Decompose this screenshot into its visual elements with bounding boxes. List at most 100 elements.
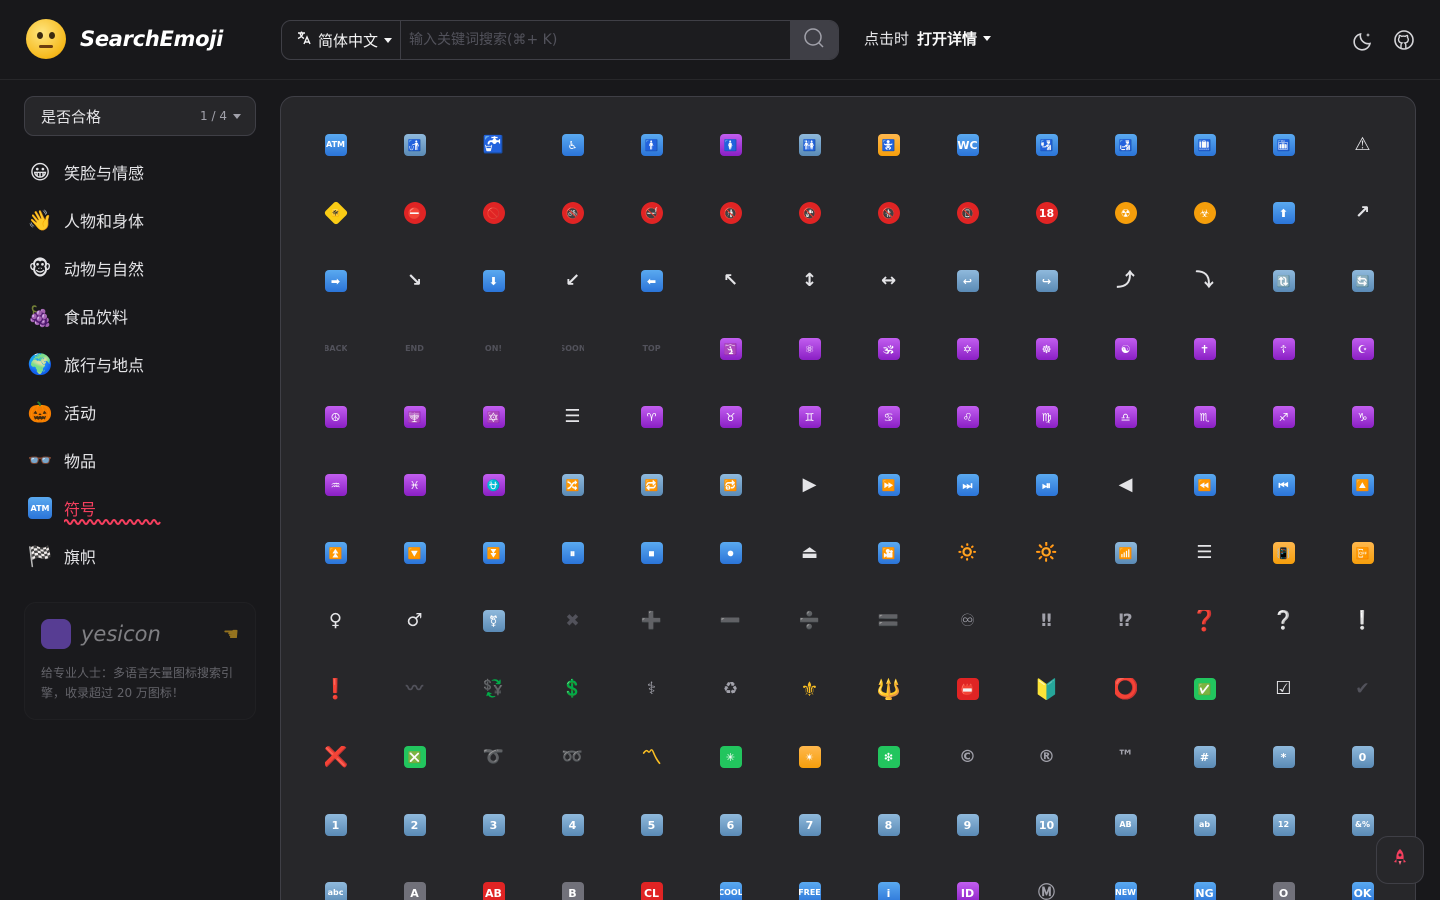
emoji-cell[interactable]: FREE xyxy=(770,859,849,900)
emoji-cell[interactable]: ➰ xyxy=(454,723,533,791)
emoji-cell[interactable]: O xyxy=(1244,859,1323,900)
emoji-cell[interactable]: 🚱 xyxy=(770,179,849,247)
emoji-cell[interactable]: ID xyxy=(928,859,1007,900)
emoji-cell[interactable]: WC xyxy=(928,111,1007,179)
emoji-cell[interactable]: ☦ xyxy=(1244,315,1323,383)
emoji-cell[interactable]: ⏏ xyxy=(770,519,849,587)
emoji-cell[interactable]: 0 xyxy=(1323,723,1402,791)
emoji-cell[interactable]: ⁉ xyxy=(1086,587,1165,655)
emoji-cell[interactable]: ✡ xyxy=(928,315,1007,383)
emoji-cell[interactable]: 🔼 xyxy=(1323,451,1402,519)
emoji-cell[interactable]: ♍ xyxy=(1007,383,1086,451)
emoji-cell[interactable]: ♏ xyxy=(1165,383,1244,451)
sidebar-category-item[interactable]: 👋 人物和身体 xyxy=(24,196,256,244)
logo[interactable]: SearchEmoji xyxy=(26,19,223,59)
emoji-cell[interactable]: ☸ xyxy=(1007,315,1086,383)
emoji-cell[interactable]: 8 xyxy=(849,791,928,859)
emoji-cell[interactable]: ↘ xyxy=(375,247,454,315)
emoji-cell[interactable]: ↕ xyxy=(770,247,849,315)
emoji-cell[interactable]: ⤵ xyxy=(1165,247,1244,315)
emoji-cell[interactable]: 🚻 xyxy=(770,111,849,179)
emoji-cell[interactable]: ❕ xyxy=(1323,587,1402,655)
sidebar-category-item[interactable]: 🏁 旗帜 xyxy=(24,532,256,580)
emoji-cell[interactable]: ⚠ xyxy=(1323,111,1402,179)
emoji-cell[interactable]: AB xyxy=(1086,791,1165,859)
sidebar-category-item[interactable]: ATM 符号 xyxy=(24,484,256,532)
emoji-cell[interactable]: 2 xyxy=(375,791,454,859)
sidebar-category-item[interactable]: 👓 物品 xyxy=(24,436,256,484)
emoji-cell[interactable]: 🛃 xyxy=(1086,111,1165,179)
emoji-cell[interactable]: B xyxy=(533,859,612,900)
emoji-cell[interactable]: ⏮ xyxy=(1244,451,1323,519)
emoji-cell[interactable]: 🚸 xyxy=(296,179,375,247)
emoji-cell[interactable]: 🛂 xyxy=(1007,111,1086,179)
emoji-cell[interactable]: ⛎ xyxy=(454,451,533,519)
emoji-cell[interactable]: ⚧ xyxy=(454,587,533,655)
emoji-cell[interactable]: ♊ xyxy=(770,383,849,451)
emoji-cell[interactable]: ♻ xyxy=(691,655,770,723)
emoji-cell[interactable]: ✔ xyxy=(1323,655,1402,723)
sidebar-category-item[interactable]: 🍇 食品饮料 xyxy=(24,292,256,340)
emoji-cell[interactable]: ♋ xyxy=(849,383,928,451)
emoji-cell[interactable]: 📶 xyxy=(1086,519,1165,587)
emoji-cell[interactable]: ⏺ xyxy=(691,519,770,587)
emoji-cell[interactable]: ⏪ xyxy=(1165,451,1244,519)
emoji-cell[interactable]: 🔂 xyxy=(691,451,770,519)
emoji-cell[interactable]: 🔰 xyxy=(1007,655,1086,723)
emoji-cell[interactable]: Ⓜ xyxy=(1007,859,1086,900)
emoji-cell[interactable]: ☮ xyxy=(296,383,375,451)
emoji-cell[interactable]: 🚭 xyxy=(612,179,691,247)
emoji-cell[interactable]: 🎦 xyxy=(849,519,928,587)
emoji-cell[interactable]: ⏭ xyxy=(928,451,1007,519)
emoji-cell[interactable]: 〽 xyxy=(612,723,691,791)
emoji-cell[interactable]: # xyxy=(1165,723,1244,791)
emoji-cell[interactable]: 📛 xyxy=(928,655,1007,723)
sidebar-category-item[interactable]: 😀 笑脸与情感 xyxy=(24,148,256,196)
emoji-cell[interactable]: ⬆ xyxy=(1244,179,1323,247)
dark-mode-icon[interactable] xyxy=(1352,28,1376,52)
emoji-cell[interactable]: 🔱 xyxy=(849,655,928,723)
emoji-cell[interactable]: 📴 xyxy=(1323,519,1402,587)
emoji-cell[interactable]: 💲 xyxy=(533,655,612,723)
emoji-cell[interactable]: ◀ xyxy=(1086,451,1165,519)
emoji-cell[interactable]: 🚹 xyxy=(612,111,691,179)
emoji-cell[interactable]: A xyxy=(375,859,454,900)
emoji-cell[interactable]: 🔽 xyxy=(375,519,454,587)
emoji-cell[interactable]: ↔ xyxy=(849,247,928,315)
emoji-cell[interactable]: ✅ xyxy=(1165,655,1244,723)
emoji-cell[interactable]: ↪ xyxy=(1007,247,1086,315)
emoji-cell[interactable]: 🟰 xyxy=(849,587,928,655)
emoji-cell[interactable]: 5 xyxy=(612,791,691,859)
emoji-cell[interactable]: ☣ xyxy=(1165,179,1244,247)
emoji-cell[interactable]: ▶ xyxy=(770,451,849,519)
emoji-cell[interactable]: 🛐 xyxy=(691,315,770,383)
sidebar-category-item[interactable]: 🌍 旅行与地点 xyxy=(24,340,256,388)
emoji-cell[interactable]: ♐ xyxy=(1244,383,1323,451)
emoji-cell[interactable]: 🔅 xyxy=(928,519,1007,587)
emoji-cell[interactable]: ↙ xyxy=(533,247,612,315)
emoji-cell[interactable]: ❌ xyxy=(296,723,375,791)
back-to-top-button[interactable] xyxy=(1376,836,1424,884)
emoji-cell[interactable]: ♿ xyxy=(533,111,612,179)
emoji-cell[interactable]: ↖ xyxy=(691,247,770,315)
emoji-cell[interactable]: ♌ xyxy=(928,383,1007,451)
emoji-cell[interactable]: SOON xyxy=(533,315,612,383)
qualified-filter[interactable]: 是否合格 1 / 4 xyxy=(24,96,256,136)
emoji-cell[interactable]: ON! xyxy=(454,315,533,383)
emoji-cell[interactable]: ✳ xyxy=(691,723,770,791)
emoji-cell[interactable]: ❇ xyxy=(849,723,928,791)
emoji-cell[interactable]: ♀ xyxy=(296,587,375,655)
emoji-cell[interactable]: 3 xyxy=(454,791,533,859)
emoji-cell[interactable]: ♎ xyxy=(1086,383,1165,451)
sidebar-category-item[interactable]: 🐵 动物与自然 xyxy=(24,244,256,292)
emoji-cell[interactable]: ☰ xyxy=(1165,519,1244,587)
emoji-cell[interactable]: ☰ xyxy=(533,383,612,451)
emoji-cell[interactable]: ☢ xyxy=(1086,179,1165,247)
emoji-cell[interactable]: BACK xyxy=(296,315,375,383)
emoji-cell[interactable]: ⏯ xyxy=(1007,451,1086,519)
emoji-cell[interactable]: ♉ xyxy=(691,383,770,451)
emoji-cell[interactable]: ⏹ xyxy=(612,519,691,587)
emoji-cell[interactable]: 12 xyxy=(1244,791,1323,859)
emoji-cell[interactable]: 🚫 xyxy=(454,179,533,247)
emoji-cell[interactable]: 6 xyxy=(691,791,770,859)
